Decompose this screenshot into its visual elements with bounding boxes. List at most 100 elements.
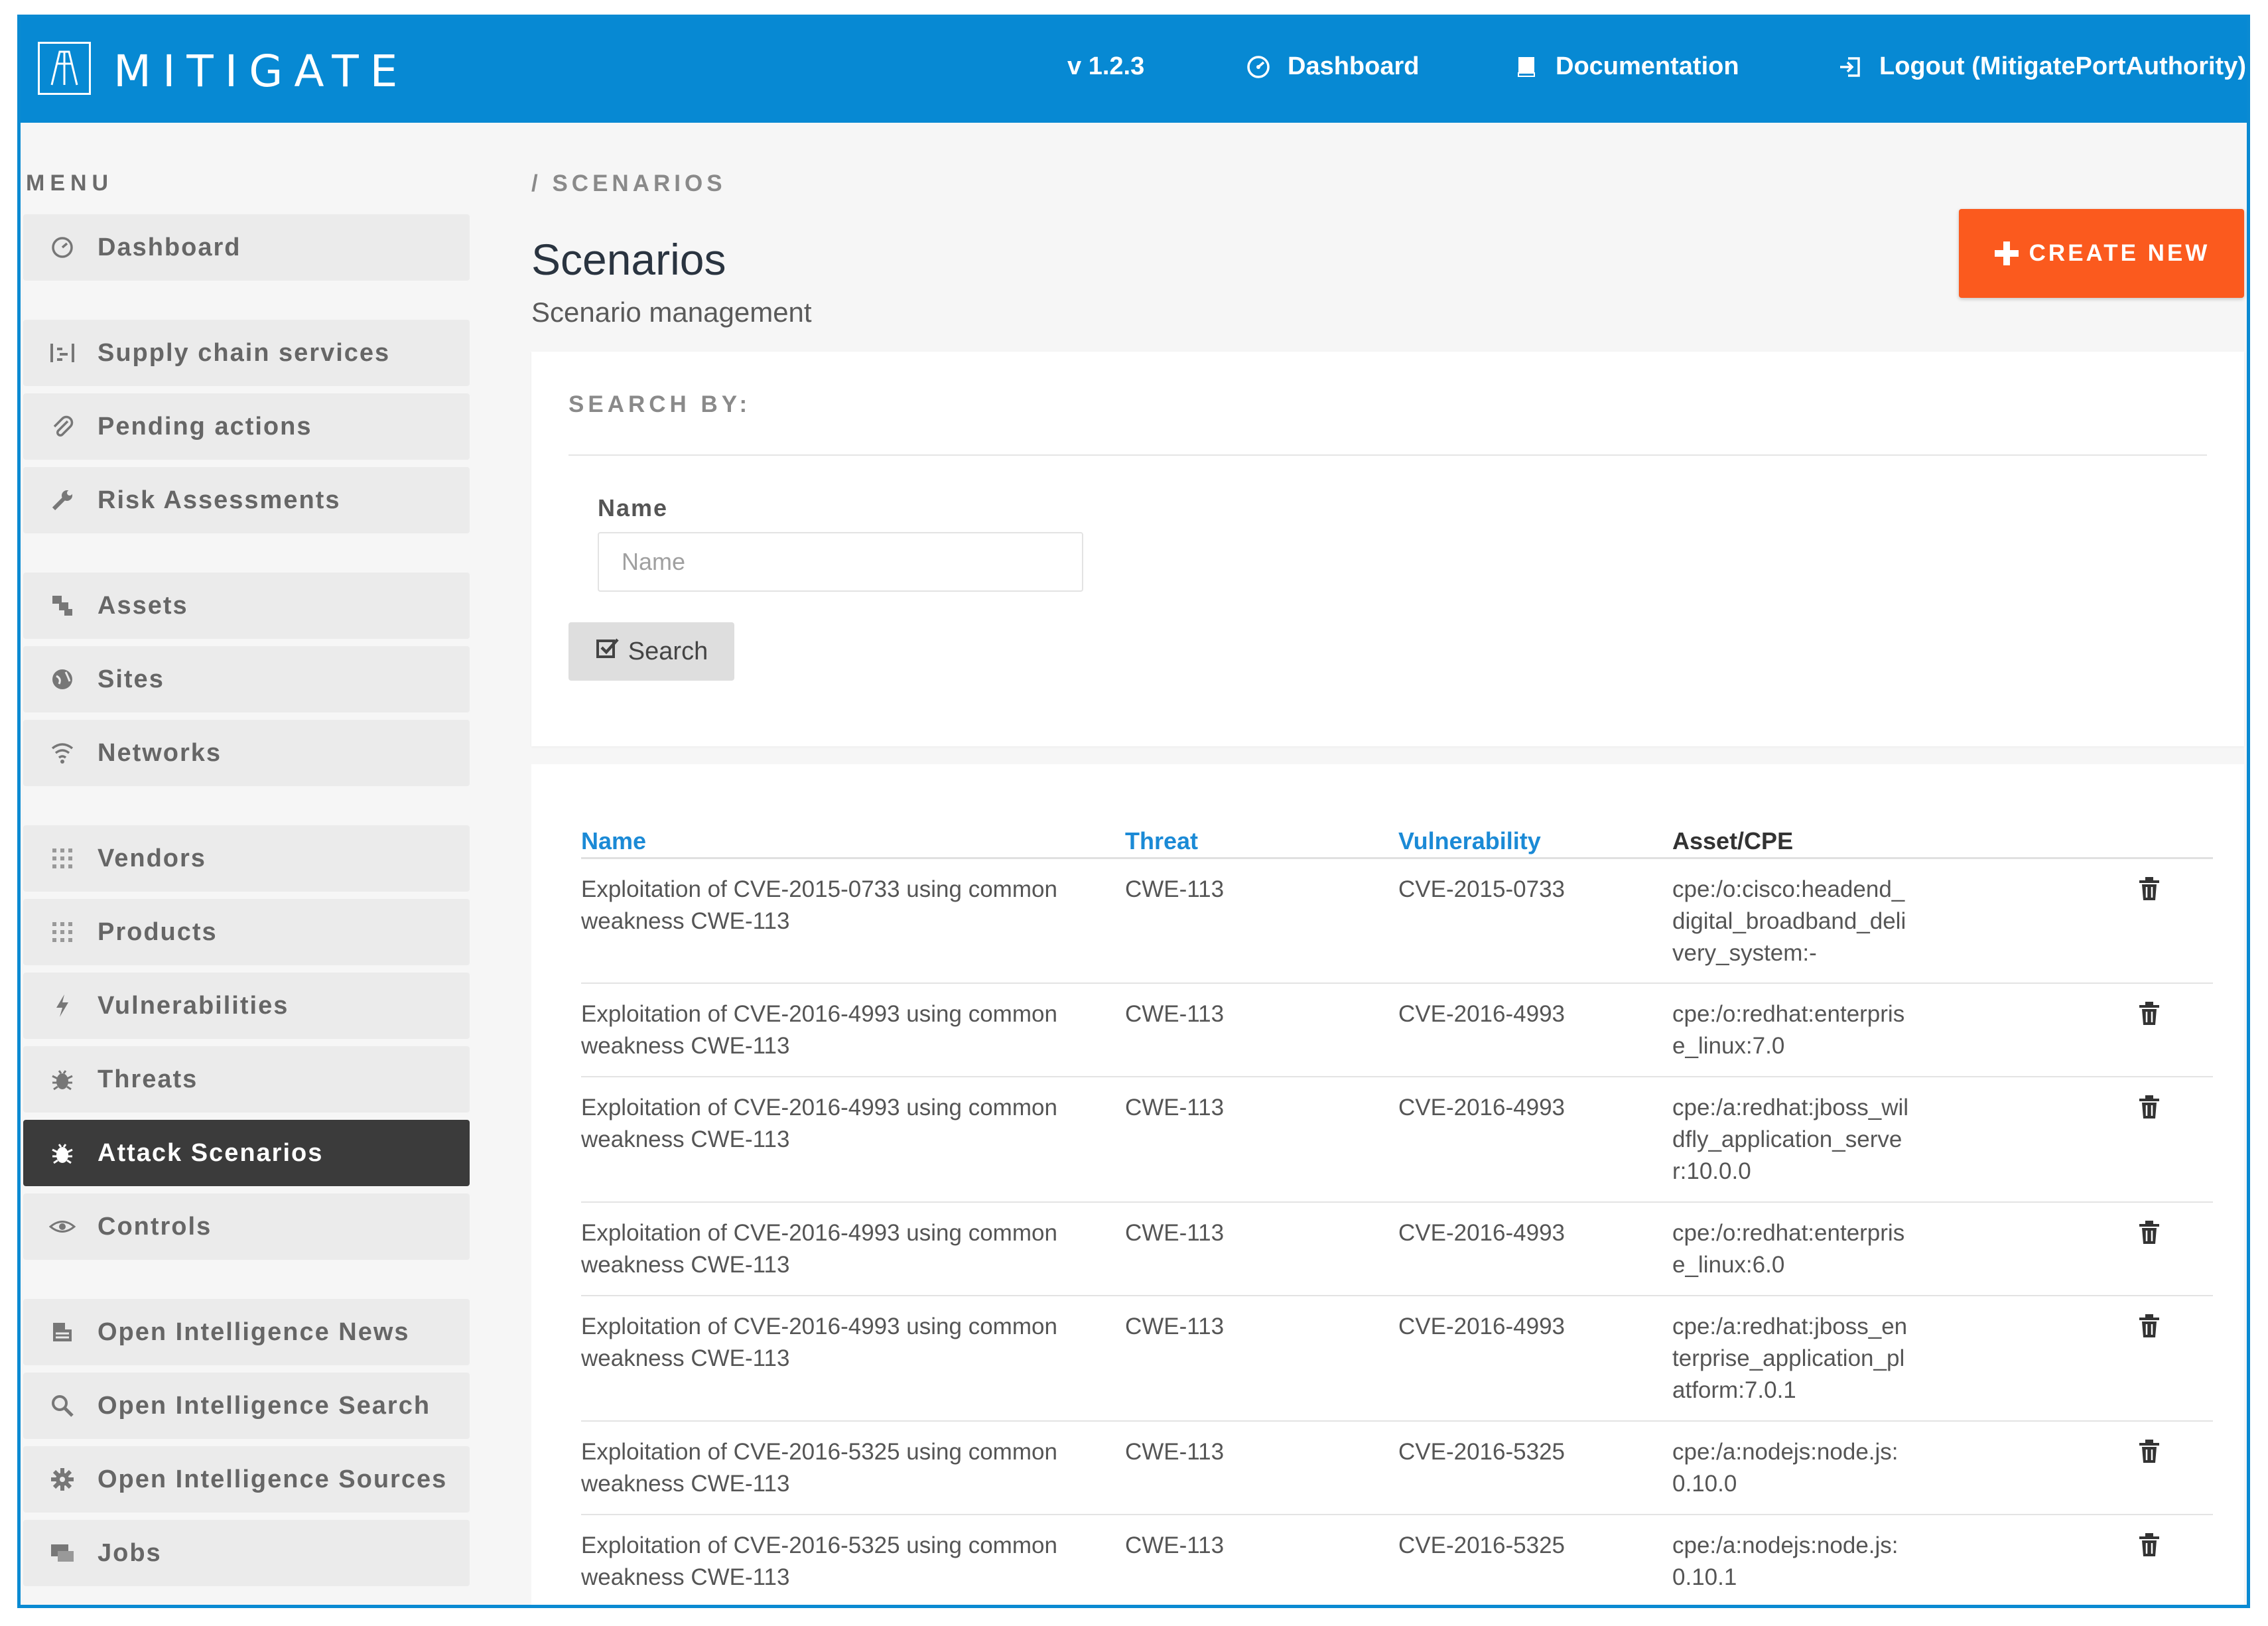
- cell-threat: CWE-113: [1125, 876, 1225, 902]
- sidebar-item-label: Products: [98, 917, 218, 946]
- table-row: Exploitation of CVE-2016-5325 using comm…: [581, 1422, 2213, 1515]
- app-window: MITIGATE v 1.2.3 Dashboard Documentation…: [17, 15, 2250, 1608]
- page-title: Scenarios: [531, 235, 726, 284]
- sidebar-item-assets[interactable]: Assets: [23, 573, 470, 639]
- delete-icon[interactable]: [2138, 1439, 2165, 1465]
- scenarios-table: Name Threat Vulnerability Asset/CPE Expl…: [531, 764, 2244, 1605]
- sidebar-item-attack-scenarios[interactable]: Attack Scenarios: [23, 1120, 470, 1186]
- table-row: Exploitation of CVE-2016-4993 using comm…: [581, 984, 2213, 1077]
- sidebar-item-vulnerabilities[interactable]: Vulnerabilities: [23, 973, 470, 1039]
- column-header-threat[interactable]: Threat: [1125, 827, 1198, 855]
- cell-vulnerability: CVE-2016-4993: [1398, 1220, 1565, 1246]
- delete-icon[interactable]: [2138, 1095, 2165, 1121]
- bug-icon: [48, 1065, 76, 1093]
- delete-icon[interactable]: [2138, 1314, 2165, 1340]
- sidebar-menu: MENU Dashboard Supply chain services Pen…: [21, 123, 478, 1605]
- sidebar-item-open-intelligence-sources[interactable]: Open Intelligence Sources: [23, 1446, 470, 1513]
- delete-icon[interactable]: [2138, 1220, 2165, 1247]
- cell-vulnerability: CVE-2016-4993: [1398, 1095, 1565, 1120]
- globe-icon: [48, 665, 76, 693]
- grid-icon: [48, 845, 76, 872]
- sidebar-item-label: Sites: [98, 665, 165, 693]
- nav-dashboard[interactable]: Dashboard: [1245, 52, 1419, 81]
- cell-vulnerability: CVE-2016-4993: [1398, 1314, 1565, 1339]
- table-row: Exploitation of CVE-2016-4993 using comm…: [581, 1077, 2213, 1203]
- column-header-vulnerability[interactable]: Vulnerability: [1398, 827, 1541, 855]
- cell-name: Exploitation of CVE-2016-4993 using comm…: [581, 1095, 1057, 1152]
- search-button[interactable]: Search: [568, 622, 734, 681]
- sidebar-item-networks[interactable]: Networks: [23, 720, 470, 786]
- column-header-name[interactable]: Name: [581, 827, 646, 855]
- sidebar-item-vendors[interactable]: Vendors: [23, 825, 470, 892]
- version-label: v 1.2.3: [1067, 52, 1144, 81]
- eye-icon: [48, 1213, 76, 1241]
- cell-threat: CWE-113: [1125, 1001, 1225, 1027]
- search-panel: SEARCH BY: Name Search: [531, 352, 2244, 746]
- sidebar-item-label: Open Intelligence Search: [98, 1391, 431, 1420]
- sidebar-item-risk-assessments[interactable]: Risk Assessments: [23, 467, 470, 533]
- sidebar-item-jobs[interactable]: Jobs: [23, 1520, 470, 1586]
- cell-threat: CWE-113: [1125, 1532, 1225, 1558]
- nav-logout[interactable]: Logout (MitigatePortAuthority): [1837, 52, 2246, 81]
- cell-vulnerability: CVE-2016-4993: [1398, 1001, 1565, 1027]
- sidebar-item-label: Vendors: [98, 844, 206, 872]
- divider: [568, 454, 2207, 456]
- nav-documentation-label: Documentation: [1556, 52, 1739, 80]
- delete-icon[interactable]: [2138, 1001, 2165, 1028]
- search-button-label: Search: [628, 637, 708, 665]
- cell-name: Exploitation of CVE-2016-4993 using comm…: [581, 1314, 1057, 1371]
- sidebar-item-open-intelligence-search[interactable]: Open Intelligence Search: [23, 1373, 470, 1439]
- cell-name: Exploitation of CVE-2016-4993 using comm…: [581, 1220, 1057, 1278]
- column-header-asset-cpe: Asset/CPE: [1672, 827, 1794, 854]
- cell-threat: CWE-113: [1125, 1095, 1225, 1120]
- nav-dashboard-label: Dashboard: [1288, 52, 1420, 80]
- paperclip-icon: [48, 413, 76, 440]
- cell-threat: CWE-113: [1125, 1314, 1225, 1339]
- gear-icon: [48, 1465, 76, 1493]
- cell-vulnerability: CVE-2016-5325: [1398, 1532, 1565, 1558]
- search-by-heading: SEARCH BY:: [568, 391, 752, 417]
- checkbox-edit-icon: [595, 636, 620, 667]
- dashboard-icon: [1245, 54, 1272, 80]
- name-field-label: Name: [598, 494, 669, 521]
- delete-icon[interactable]: [2138, 1532, 2165, 1559]
- jobs-icon: [48, 1539, 76, 1567]
- sidebar-item-products[interactable]: Products: [23, 899, 470, 965]
- sidebar-item-threats[interactable]: Threats: [23, 1046, 470, 1113]
- bolt-icon: [48, 992, 76, 1020]
- cell-name: Exploitation of CVE-2016-5325 using comm…: [581, 1532, 1057, 1590]
- delete-icon[interactable]: [2138, 876, 2165, 903]
- newspaper-icon: [48, 1318, 76, 1346]
- nav-documentation[interactable]: Documentation: [1513, 52, 1739, 81]
- cell-name: Exploitation of CVE-2016-4993 using comm…: [581, 1001, 1057, 1059]
- sidebar-item-sites[interactable]: Sites: [23, 646, 470, 712]
- sidebar-item-label: Open Intelligence Sources: [98, 1465, 448, 1493]
- search-icon: [48, 1392, 76, 1420]
- sidebar-item-open-intelligence-news[interactable]: Open Intelligence News: [23, 1299, 470, 1365]
- create-new-button[interactable]: CREATE NEW: [1959, 209, 2244, 298]
- logo-icon: [38, 42, 91, 95]
- sidebar-item-label: Controls: [98, 1212, 212, 1241]
- create-new-label: CREATE NEW: [2029, 240, 2210, 266]
- sidebar-item-pending-actions[interactable]: Pending actions: [23, 393, 470, 460]
- top-navbar: MITIGATE v 1.2.3 Dashboard Documentation…: [21, 18, 2247, 123]
- cell-name: Exploitation of CVE-2016-5325 using comm…: [581, 1439, 1057, 1497]
- sidebar-item-label: Threats: [98, 1065, 198, 1093]
- page-subtitle: Scenario management: [531, 297, 812, 328]
- sidebar-item-dashboard[interactable]: Dashboard: [23, 214, 470, 281]
- cell-name: Exploitation of CVE-2015-0733 using comm…: [581, 876, 1057, 934]
- sidebar-item-supply-chain-services[interactable]: Supply chain services: [23, 320, 470, 386]
- cell-asset: cpe:/a:redhat:jboss_wildfly_application_…: [1672, 1095, 1909, 1184]
- grid-icon: [48, 918, 76, 946]
- name-search-input[interactable]: [598, 532, 1083, 592]
- dashboard-icon: [48, 234, 76, 261]
- cell-vulnerability: CVE-2016-5325: [1398, 1439, 1565, 1465]
- assets-icon: [48, 592, 76, 620]
- menu-heading: MENU: [26, 170, 114, 196]
- cell-asset: cpe:/a:nodejs:node.js:0.10.0: [1672, 1439, 1899, 1497]
- cell-asset: cpe:/o:redhat:enterprise_linux:6.0: [1672, 1220, 1905, 1278]
- cell-vulnerability: CVE-2015-0733: [1398, 876, 1565, 902]
- sidebar-item-label: Supply chain services: [98, 338, 391, 367]
- sidebar-item-controls[interactable]: Controls: [23, 1193, 470, 1260]
- sidebar-item-label: Pending actions: [98, 412, 312, 440]
